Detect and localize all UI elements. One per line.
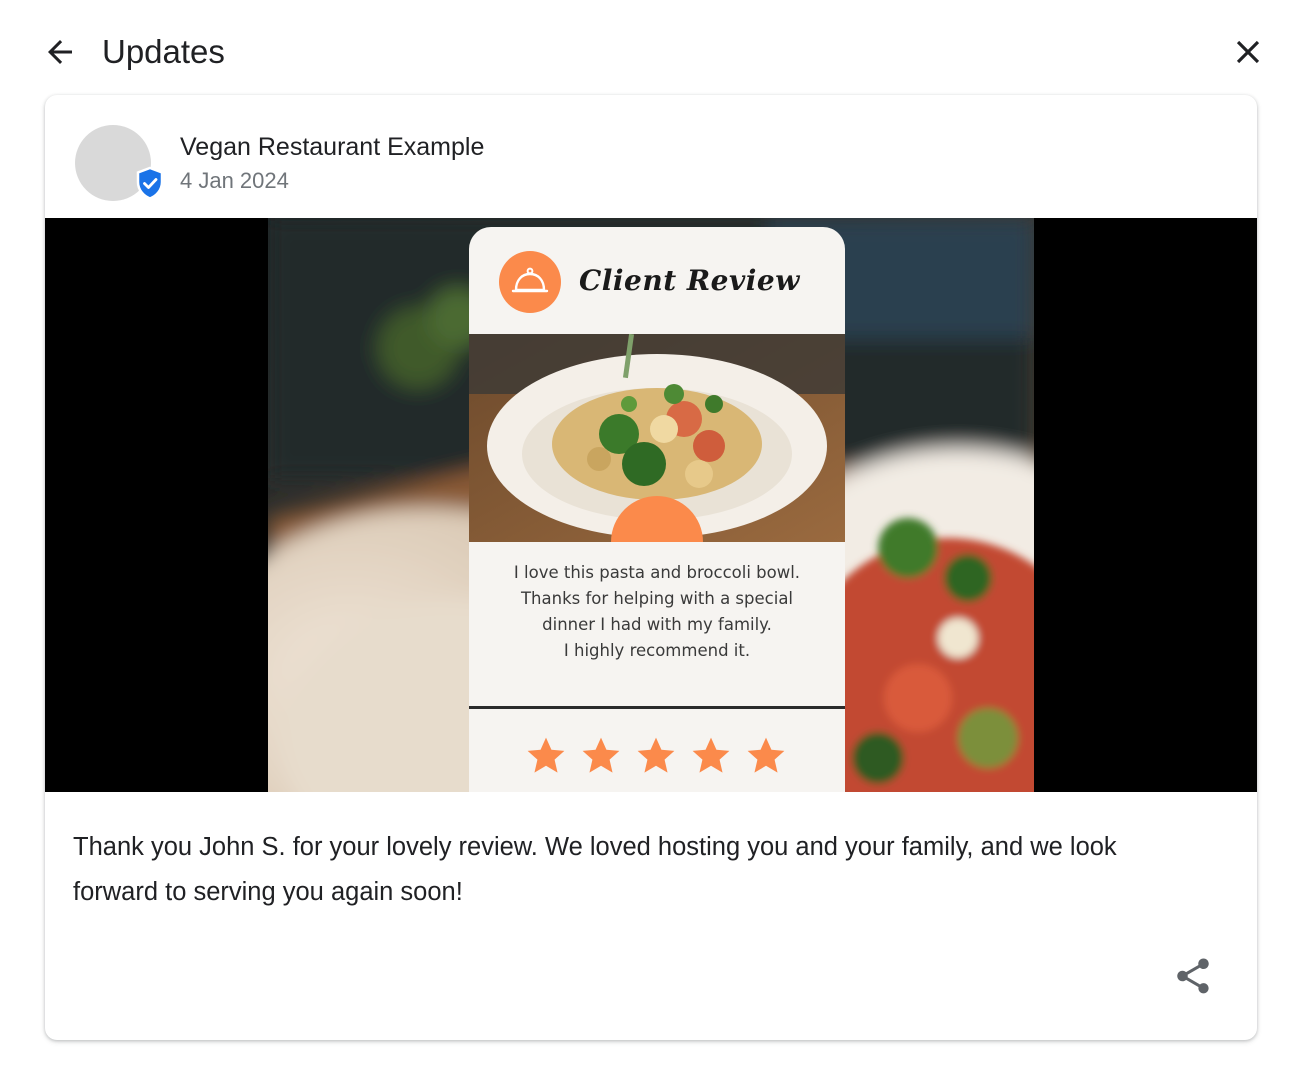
close-icon — [1236, 40, 1260, 64]
post-text: Thank you John S. for your lovely review… — [73, 833, 1117, 906]
star-icon — [747, 737, 785, 773]
star-icon — [692, 737, 730, 773]
review-card-title: Client Review — [579, 264, 800, 297]
post-header: Vegan Restaurant Example 4 Jan 2024 — [45, 95, 1257, 218]
author-name[interactable]: Vegan Restaurant Example — [180, 132, 484, 162]
star-rating — [525, 735, 787, 777]
review-line: dinner I had with my family. — [542, 615, 772, 634]
back-button[interactable] — [38, 30, 82, 74]
review-line: I love this pasta and broccoli bowl. — [513, 563, 801, 582]
star-icon — [637, 737, 675, 773]
update-post-card: Vegan Restaurant Example 4 Jan 2024 Clie… — [45, 95, 1257, 1040]
verified-shield-icon — [136, 166, 164, 200]
close-button[interactable] — [1226, 30, 1270, 74]
food-cloche-icon — [499, 251, 561, 313]
client-review-graphic: Client Review I love this pasta and broc… — [469, 227, 845, 792]
review-card-header: Client Review — [469, 227, 845, 333]
share-button[interactable] — [1169, 952, 1217, 1000]
page-title: Updates — [102, 33, 225, 70]
post-image[interactable]: Client Review I love this pasta and broc… — [45, 218, 1257, 792]
review-line: Thanks for helping with a special — [520, 589, 794, 608]
review-line: I highly recommend it. — [563, 641, 751, 660]
star-icon — [527, 737, 565, 773]
review-divider — [469, 706, 845, 709]
post-date: 4 Jan 2024 — [180, 168, 289, 193]
star-icon — [582, 737, 620, 773]
updates-header: Updates — [0, 0, 1299, 96]
review-quote: I love this pasta and broccoli bowl. Tha… — [469, 560, 845, 664]
share-icon — [1177, 958, 1209, 994]
arrow-back-icon — [48, 40, 72, 64]
pasta-bowl-photo — [469, 334, 845, 542]
